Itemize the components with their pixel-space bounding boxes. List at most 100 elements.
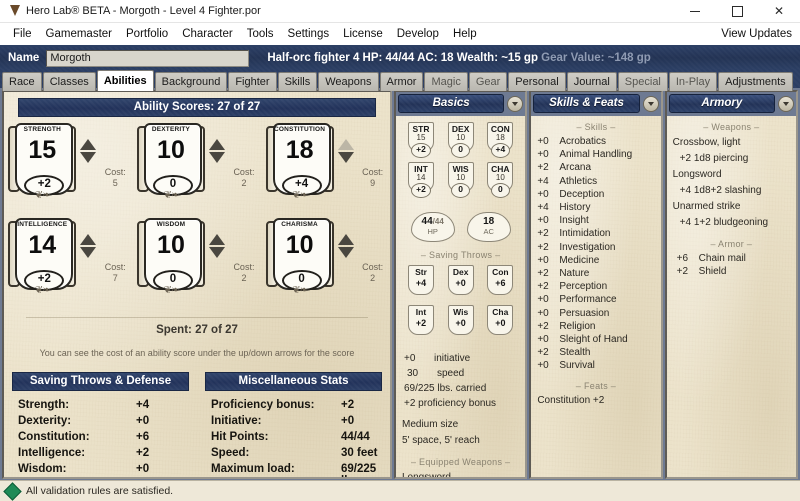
- row-value: +0: [136, 415, 150, 427]
- tab-weapons[interactable]: Weapons: [318, 72, 379, 91]
- armory-weapon-entry: Unarmed strike +4 1+2 bludgeoning: [673, 199, 790, 231]
- menu-character[interactable]: Character: [175, 26, 240, 42]
- skill-modifier: +0: [537, 215, 549, 227]
- tab-magic[interactable]: Magic: [424, 72, 468, 91]
- score: 14: [416, 173, 426, 182]
- increase-arrow-icon[interactable]: [337, 234, 354, 245]
- skills-panel-title-button[interactable]: Skills & Feats: [533, 94, 640, 113]
- skills-panel-header: Skills & Feats: [531, 92, 661, 116]
- window-title: Hero Lab® BETA - Morgoth - Level 4 Fight…: [26, 5, 261, 17]
- weapon-name: Longsword: [672, 169, 722, 180]
- ability-scores-title: Ability Scores: 27 of 27: [133, 101, 261, 113]
- decrease-arrow-icon[interactable]: [80, 152, 97, 163]
- menu-settings[interactable]: Settings: [281, 26, 337, 42]
- tab-journal[interactable]: Journal: [566, 72, 617, 91]
- character-name-input[interactable]: Morgoth: [46, 49, 250, 67]
- tab-skills[interactable]: Skills: [277, 72, 318, 91]
- tab-personal[interactable]: Personal: [508, 72, 566, 91]
- tab-adjustments[interactable]: Adjustments: [718, 72, 793, 91]
- increase-arrow-icon[interactable]: [337, 139, 354, 150]
- skill-name: Arcana: [559, 162, 592, 174]
- skill-row: +0 Persuasion: [537, 307, 654, 320]
- view-updates-link[interactable]: View Updates: [721, 28, 800, 40]
- increase-arrow-icon[interactable]: [80, 139, 97, 150]
- menu-gamemaster[interactable]: Gamemaster: [39, 26, 119, 42]
- ability-stepper-intelligence[interactable]: [79, 234, 97, 258]
- skill-name: Deception: [559, 188, 605, 200]
- ability-stepper-strength[interactable]: [79, 139, 97, 163]
- basics-hp-ac-row: 44/44 HP 18 AC: [402, 212, 519, 242]
- increase-arrow-icon[interactable]: [80, 234, 97, 245]
- speed-label: speed: [437, 368, 465, 379]
- modifier: +2: [411, 183, 431, 198]
- ability-stepper-constitution[interactable]: [337, 139, 355, 163]
- ability-name: INTELLIGENCE: [17, 221, 68, 228]
- close-icon[interactable]: ✕: [758, 0, 800, 22]
- points-spent-text: Spent: 27 of 27: [156, 324, 238, 336]
- skill-row: +0 Insight: [537, 214, 654, 227]
- key: Dex: [452, 267, 469, 277]
- misc-stats-title: Miscellaneous Stats: [238, 375, 349, 387]
- menu-file[interactable]: File: [6, 26, 39, 42]
- tab-abilities[interactable]: Abilities: [96, 70, 154, 91]
- minimize-button[interactable]: [674, 0, 716, 22]
- menu-help[interactable]: Help: [446, 26, 484, 42]
- ability-stepper-wisdom[interactable]: [208, 234, 226, 258]
- menu-license[interactable]: License: [336, 26, 390, 42]
- saving-throw-row: Strength: +4: [12, 397, 189, 413]
- hp-current: 44: [421, 216, 433, 227]
- armor-name: Chain mail: [698, 253, 746, 264]
- divider: [26, 317, 368, 318]
- skill-name: Sleight of Hand: [559, 334, 628, 346]
- tab-in-play[interactable]: In-Play: [668, 72, 718, 91]
- basics-panel-title-button[interactable]: Basics: [398, 94, 505, 113]
- value: +0: [495, 318, 506, 328]
- skill-list: +0 Acrobatics +0 Animal Handling +2 Arcana +4 A…: [537, 135, 654, 373]
- validation-gem-icon: [3, 481, 22, 501]
- skills-feats-panel: Skills & Feats – Skills – +0 Acrobatics +0…: [529, 90, 663, 479]
- skill-row: +0 Survival: [537, 359, 654, 372]
- tab-armor[interactable]: Armor: [379, 72, 424, 91]
- tab-race[interactable]: Race: [2, 72, 42, 91]
- ability-stepper-charisma[interactable]: [337, 234, 355, 258]
- decrease-arrow-icon[interactable]: [337, 247, 354, 258]
- misc-stat-row: Proficiency bonus: +2: [205, 397, 382, 413]
- saving-throw-row: Dexterity: +0: [12, 413, 189, 429]
- armory-panel-title: Armory: [701, 97, 743, 109]
- row-label: Hit Points:: [211, 431, 269, 443]
- menu-portfolio[interactable]: Portfolio: [119, 26, 175, 42]
- chevron-down-icon[interactable]: [777, 95, 794, 112]
- increase-arrow-icon[interactable]: [208, 234, 225, 245]
- decrease-arrow-icon[interactable]: [208, 152, 225, 163]
- decrease-arrow-icon[interactable]: [208, 247, 225, 258]
- tab-gear[interactable]: Gear: [468, 72, 508, 91]
- misc-stats-header: Miscellaneous Stats: [205, 372, 382, 391]
- increase-arrow-icon[interactable]: [208, 139, 225, 150]
- tab-fighter[interactable]: Fighter: [228, 72, 277, 91]
- ability-stepper-dexterity[interactable]: [208, 139, 226, 163]
- basics-ability-con: CON 18 +4: [483, 122, 517, 158]
- key: Cha: [492, 307, 509, 317]
- chevron-down-icon[interactable]: [507, 95, 524, 112]
- armory-panel-title-button[interactable]: Armory: [668, 94, 775, 113]
- skill-modifier: +0: [537, 136, 549, 147]
- tab-background[interactable]: Background: [154, 72, 228, 91]
- misc-stat-row: Maximum load: 69/225 lbs.: [205, 461, 382, 477]
- menu-tools[interactable]: Tools: [240, 26, 281, 42]
- basics-save-wis: Wis +0: [444, 305, 478, 341]
- tab-strip: Race Classes Abilities Background Fighter Ski…: [0, 69, 800, 91]
- decrease-arrow-icon[interactable]: [337, 152, 354, 163]
- menu-develop[interactable]: Develop: [390, 26, 446, 42]
- tab-special[interactable]: Special: [617, 72, 668, 91]
- skill-name: Insight: [559, 215, 589, 227]
- equipped-weapon-name: Longsword: [402, 470, 519, 477]
- tab-classes[interactable]: Classes: [42, 72, 96, 91]
- chevron-down-icon[interactable]: [642, 95, 659, 112]
- skill-modifier: +2: [537, 162, 549, 174]
- maximize-button[interactable]: [716, 0, 758, 22]
- row-label: Maximum load:: [211, 463, 295, 475]
- skill-row: +4 History: [537, 201, 654, 214]
- row-label: Intelligence:: [18, 447, 86, 459]
- decrease-arrow-icon[interactable]: [80, 247, 97, 258]
- skill-modifier: +0: [537, 360, 549, 372]
